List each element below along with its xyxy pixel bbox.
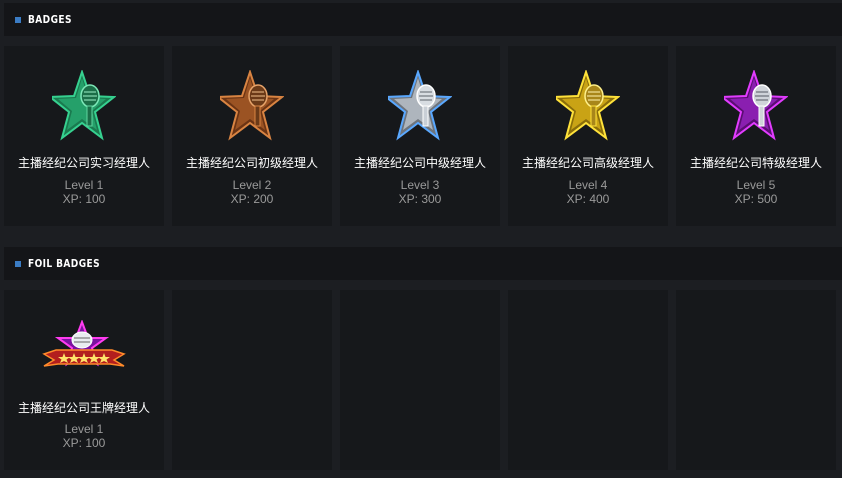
empty-badge-slot xyxy=(676,290,836,470)
badge-level: Level 4 xyxy=(568,178,608,192)
section-bullet xyxy=(15,260,21,267)
microphone-star-icon xyxy=(388,70,452,141)
badge-level: Level 5 xyxy=(736,178,776,192)
badge-card[interactable]: 主播经纪公司初级经理人 Level 2 XP: 200 xyxy=(172,46,332,226)
badge-name: 主播经纪公司特级经理人 xyxy=(689,156,822,170)
badge-card[interactable]: 主播经纪公司高级经理人 Level 4 XP: 400 xyxy=(508,46,668,226)
microphone-star-icon xyxy=(724,70,788,141)
empty-badge-slot xyxy=(340,290,500,470)
badge-level: Level 1 xyxy=(64,422,104,436)
badge-card[interactable]: 主播经纪公司特级经理人 Level 5 XP: 500 xyxy=(676,46,836,226)
badges-section-title: BADGES xyxy=(28,13,72,26)
badge-card[interactable]: 主播经纪公司实习经理人 Level 1 XP: 100 xyxy=(4,46,164,226)
badge-level: Level 1 xyxy=(64,178,104,192)
microphone-star-icon xyxy=(52,70,116,141)
badge-name: 主播经纪公司高级经理人 xyxy=(521,156,654,170)
badges-section-header: BADGES xyxy=(4,3,842,36)
empty-badge-slot xyxy=(172,290,332,470)
foil-badges-section-header: FOIL BADGES xyxy=(4,247,842,280)
badge-xp: XP: 300 xyxy=(398,192,442,206)
badge-level: Level 3 xyxy=(400,178,440,192)
foil-badges-section-title: FOIL BADGES xyxy=(28,257,100,270)
microphone-star-icon xyxy=(220,70,284,141)
badge-xp: XP: 500 xyxy=(734,192,778,206)
foil-badge-card[interactable]: 主播经纪公司王牌经理人 Level 1 XP: 100 xyxy=(4,290,164,470)
badge-level: Level 2 xyxy=(232,178,272,192)
badge-card[interactable]: 主播经纪公司中级经理人 Level 3 XP: 300 xyxy=(340,46,500,226)
microphone-star-icon xyxy=(556,70,620,141)
foil-microphone-banner-icon xyxy=(42,320,126,367)
empty-badge-slot xyxy=(508,290,668,470)
badge-xp: XP: 100 xyxy=(62,192,106,206)
section-bullet xyxy=(15,16,21,23)
foil-badges-row: 主播经纪公司王牌经理人 Level 1 XP: 100 xyxy=(4,290,836,470)
badge-name: 主播经纪公司王牌经理人 xyxy=(17,401,150,415)
badge-xp: XP: 400 xyxy=(566,192,610,206)
badges-row: 主播经纪公司实习经理人 Level 1 XP: 100 主播经纪公司初级经理人 … xyxy=(4,46,836,226)
badge-name: 主播经纪公司实习经理人 xyxy=(17,156,150,170)
badge-xp: XP: 100 xyxy=(62,436,106,450)
badge-name: 主播经纪公司中级经理人 xyxy=(353,156,486,170)
badge-name: 主播经纪公司初级经理人 xyxy=(185,156,318,170)
badge-xp: XP: 200 xyxy=(230,192,274,206)
